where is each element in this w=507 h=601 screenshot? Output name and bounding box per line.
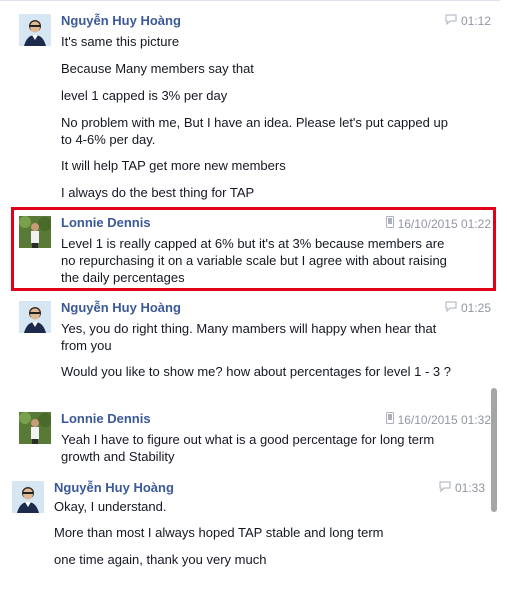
timestamp: 01:33 <box>454 481 485 495</box>
timestamp: 01:25 <box>460 301 491 315</box>
sender-name[interactable]: Nguyễn Huy Hoàng <box>61 13 181 28</box>
message-text: More than most I always hoped TAP stable… <box>54 525 384 540</box>
chat-bubble-icon <box>439 481 451 495</box>
message-text: Okay, I understand. <box>54 499 167 514</box>
avatar[interactable] <box>12 481 44 513</box>
chat-bubble-icon <box>445 14 457 28</box>
avatar[interactable] <box>19 301 51 333</box>
scrollbar-thumb[interactable] <box>491 388 497 512</box>
avatar[interactable] <box>19 412 51 444</box>
timestamp: 16/10/2015 01:32 <box>397 412 491 427</box>
message-group: Nguyễn Huy Hoàng 01:33 Okay, I understan… <box>12 480 485 581</box>
message-text: No problem with me, But I have an idea. … <box>61 115 448 147</box>
message-meta: 01:25 <box>445 301 491 315</box>
message-thread: Nguyễn Huy Hoàng 01:12 It's same this pi… <box>0 0 500 601</box>
sender-name[interactable]: Nguyễn Huy Hoàng <box>54 480 174 495</box>
chat-bubble-icon <box>445 301 457 315</box>
message-text: Because Many members say that <box>61 61 254 76</box>
message-text: level 1 capped is 3% per day <box>61 88 228 103</box>
avatar[interactable] <box>19 14 51 46</box>
message-meta: 16/10/2015 01:32 <box>385 412 491 427</box>
message-meta: 01:33 <box>439 481 485 495</box>
sender-name[interactable]: Nguyễn Huy Hoàng <box>61 300 181 315</box>
message-group: Nguyễn Huy Hoàng 01:12 It's same this pi… <box>19 13 491 204</box>
message-text: I always do the best thing for TAP <box>61 185 255 200</box>
message-group: Nguyễn Huy Hoàng 01:25 Yes, you do right… <box>19 300 491 397</box>
message-text: Yeah I have to figure out what is a good… <box>61 432 435 464</box>
message-text: It's same this picture <box>61 34 180 49</box>
message-text: Yes, you do right thing. Many mambers wi… <box>61 321 437 353</box>
highlight-box <box>11 207 496 291</box>
timestamp: 01:12 <box>460 14 491 28</box>
sender-name[interactable]: Lonnie Dennis <box>61 411 151 426</box>
message-meta: 01:12 <box>445 14 491 28</box>
message-text: Would you like to show me? how about per… <box>61 364 451 379</box>
message-group: Lonnie Dennis 16/10/2015 01:32 Yeah I ha… <box>19 411 491 464</box>
message-text: one time again, thank you very much <box>54 552 267 567</box>
mobile-phone-icon <box>385 412 394 427</box>
message-text: It will help TAP get more new members <box>61 158 286 173</box>
